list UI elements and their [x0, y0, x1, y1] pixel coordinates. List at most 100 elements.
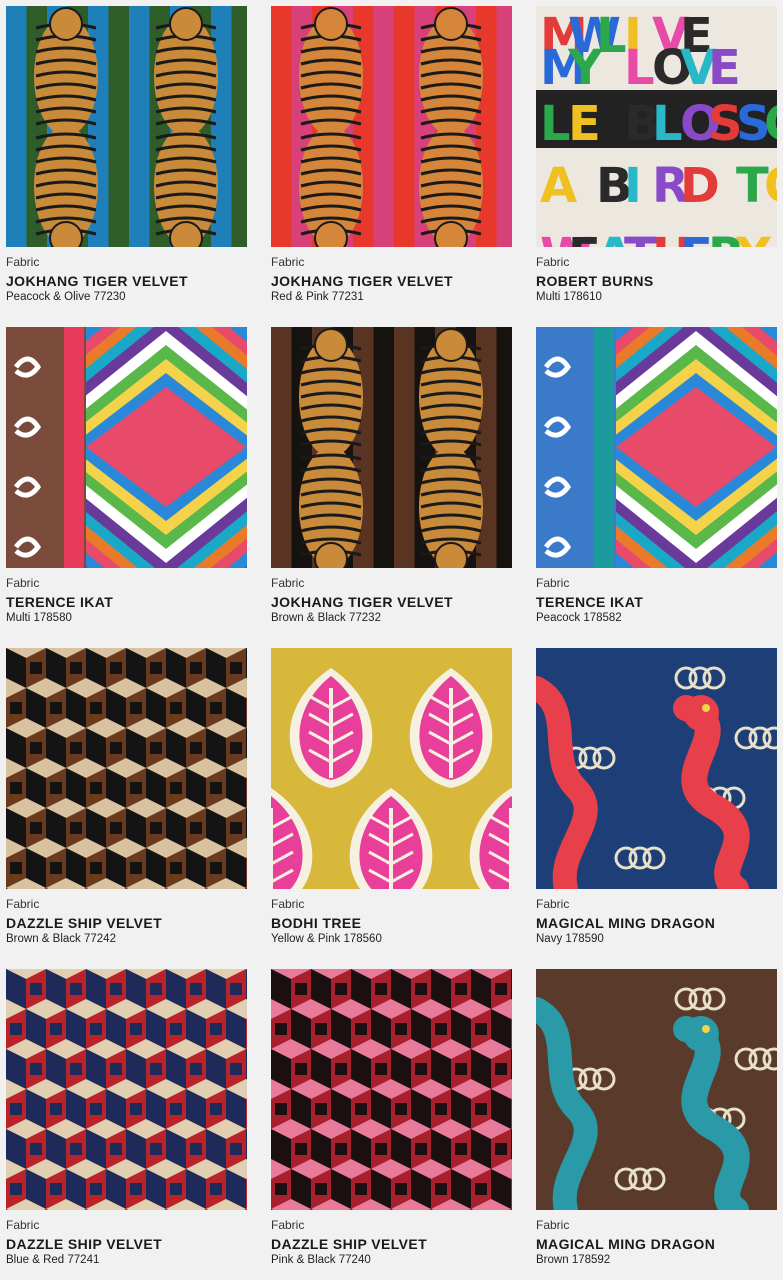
product-sku: 178592 [571, 1254, 611, 1266]
product-color-name: Brown & Black [6, 933, 81, 945]
product-sku: 77242 [83, 933, 116, 945]
product-color-name: Brown [536, 1254, 569, 1266]
product-colorway: Peacock & Olive 77230 [6, 290, 247, 304]
product-sku: 77230 [93, 291, 126, 303]
product-swatch-image[interactable] [271, 6, 512, 247]
product-color-name: Multi [6, 612, 31, 624]
product-category: Fabric [271, 255, 305, 269]
product-meta: Fabric DAZZLE SHIP VELVET Blue & Red 77241 [6, 1210, 247, 1267]
product-card[interactable]: Fabric BODHI TREE Yellow & Pink 178560 [271, 648, 512, 946]
product-card[interactable]: Fabric DAZZLE SHIP VELVET Blue & Red 77241 [6, 969, 247, 1267]
product-colorway: Multi 178610 [536, 290, 777, 304]
svg-text:O: O [764, 96, 777, 152]
product-meta: Fabric MAGICAL MING DRAGON Navy 178590 [536, 889, 777, 946]
product-color-name: Yellow & Pink [271, 933, 341, 945]
svg-text:I: I [624, 158, 642, 214]
svg-text:A: A [540, 158, 577, 214]
product-colorway: Yellow & Pink 178560 [271, 932, 512, 946]
product-meta: Fabric JOKHANG TIGER VELVET Red & Pink 772… [271, 247, 512, 304]
product-category: Fabric [271, 897, 305, 911]
product-swatch-image[interactable] [6, 6, 247, 247]
product-color-name: Navy [536, 933, 563, 945]
product-sku: 77231 [331, 291, 364, 303]
product-swatch-image[interactable] [536, 327, 777, 568]
product-swatch-image[interactable] [271, 969, 512, 1210]
product-category: Fabric [271, 576, 305, 590]
product-name-link[interactable]: TERENCE IKAT [536, 594, 777, 611]
product-swatch-image[interactable] [536, 648, 777, 889]
product-card[interactable]: Fabric DAZZLE SHIP VELVET Pink & Black 772… [271, 969, 512, 1267]
svg-text:L: L [652, 96, 683, 152]
product-name-link[interactable]: DAZZLE SHIP VELVET [6, 1236, 247, 1253]
product-card[interactable]: Fabric DAZZLE SHIP VELVET Brown & Black 77… [6, 648, 247, 946]
product-colorway: Brown & Black 77242 [6, 932, 247, 946]
product-colorway: Peacock 178582 [536, 611, 777, 625]
product-name-link[interactable]: ROBERT BURNS [536, 273, 777, 290]
product-colorway: Brown 178592 [536, 1253, 777, 1267]
product-card[interactable]: Fabric MAGICAL MING DRAGON Brown 178592 [536, 969, 777, 1267]
product-card[interactable]: Fabric JOKHANG TIGER VELVET Brown & Black … [271, 327, 512, 625]
product-meta: Fabric ROBERT BURNS Multi 178610 [536, 247, 777, 304]
svg-text:L: L [540, 96, 571, 152]
product-swatch-image[interactable] [6, 648, 247, 889]
product-card[interactable]: Fabric JOKHANG TIGER VELVET Peacock & Oliv… [6, 6, 247, 304]
product-sku: 77240 [338, 1254, 371, 1266]
product-name-link[interactable]: TERENCE IKAT [6, 594, 247, 611]
product-category: Fabric [6, 897, 40, 911]
product-color-name: Red & Pink [271, 291, 329, 303]
product-colorway: Red & Pink 77231 [271, 290, 512, 304]
product-swatch-image[interactable] [536, 969, 777, 1210]
product-category: Fabric [271, 1218, 305, 1232]
product-swatch-image[interactable] [6, 327, 247, 568]
product-swatch-image[interactable] [6, 969, 247, 1210]
product-color-name: Blue & Red [6, 1254, 65, 1266]
svg-text:D: D [680, 158, 720, 214]
product-colorway: Navy 178590 [536, 932, 777, 946]
svg-text:E: E [708, 40, 741, 96]
product-name-link[interactable]: JOKHANG TIGER VELVET [271, 594, 512, 611]
product-name-link[interactable]: DAZZLE SHIP VELVET [6, 915, 247, 932]
product-card[interactable]: Fabric TERENCE IKAT Peacock 178582 [536, 327, 777, 625]
product-meta: Fabric TERENCE IKAT Multi 178580 [6, 568, 247, 625]
product-color-name: Peacock [536, 612, 581, 624]
product-sku: 178590 [565, 933, 604, 945]
product-meta: Fabric DAZZLE SHIP VELVET Pink & Black 772… [271, 1210, 512, 1267]
product-swatch-image[interactable] [271, 327, 512, 568]
product-swatch-image[interactable] [271, 648, 512, 889]
product-name-link[interactable]: JOKHANG TIGER VELVET [6, 273, 247, 290]
product-sku: 77241 [67, 1254, 100, 1266]
product-sku: 178560 [343, 933, 382, 945]
product-card[interactable]: Fabric MAGICAL MING DRAGON Navy 178590 [536, 648, 777, 946]
product-meta: Fabric TERENCE IKAT Peacock 178582 [536, 568, 777, 625]
product-meta: Fabric MAGICAL MING DRAGON Brown 178592 [536, 1210, 777, 1267]
product-category: Fabric [536, 255, 570, 269]
product-name-link[interactable]: MAGICAL MING DRAGON [536, 915, 777, 932]
product-colorway: Brown & Black 77232 [271, 611, 512, 625]
svg-text:Y: Y [567, 40, 604, 96]
product-colorway: Blue & Red 77241 [6, 1253, 247, 1267]
product-name-link[interactable]: DAZZLE SHIP VELVET [271, 1236, 512, 1253]
svg-text:O: O [764, 158, 777, 214]
product-colorway: Pink & Black 77240 [271, 1253, 512, 1267]
product-sku: 178582 [583, 612, 622, 624]
product-meta: Fabric JOKHANG TIGER VELVET Brown & Black … [271, 568, 512, 625]
product-card[interactable]: MWLIVEMY LOVELE BLOSSOA BIRD TOWEATHERYF… [536, 6, 777, 304]
product-swatch-image[interactable]: MWLIVEMY LOVELE BLOSSOA BIRD TOWEATHERY [536, 6, 777, 247]
product-name-link[interactable]: MAGICAL MING DRAGON [536, 1236, 777, 1253]
svg-text:E: E [568, 96, 601, 152]
product-card[interactable]: Fabric JOKHANG TIGER VELVET Red & Pink 772… [271, 6, 512, 304]
product-name-link[interactable]: JOKHANG TIGER VELVET [271, 273, 512, 290]
product-grid: Fabric JOKHANG TIGER VELVET Peacock & Oliv… [0, 0, 783, 1280]
product-name-link[interactable]: BODHI TREE [271, 915, 512, 932]
product-meta: Fabric BODHI TREE Yellow & Pink 178560 [271, 889, 512, 946]
product-meta: Fabric JOKHANG TIGER VELVET Peacock & Oliv… [6, 247, 247, 304]
product-sku: 77232 [348, 612, 381, 624]
product-color-name: Multi [536, 291, 561, 303]
product-color-name: Brown & Black [271, 612, 346, 624]
product-category: Fabric [536, 1218, 570, 1232]
product-card[interactable]: Fabric TERENCE IKAT Multi 178580 [6, 327, 247, 625]
product-category: Fabric [6, 576, 40, 590]
svg-text:L: L [624, 40, 655, 96]
product-color-name: Pink & Black [271, 1254, 336, 1266]
product-color-name: Peacock & Olive [6, 291, 91, 303]
